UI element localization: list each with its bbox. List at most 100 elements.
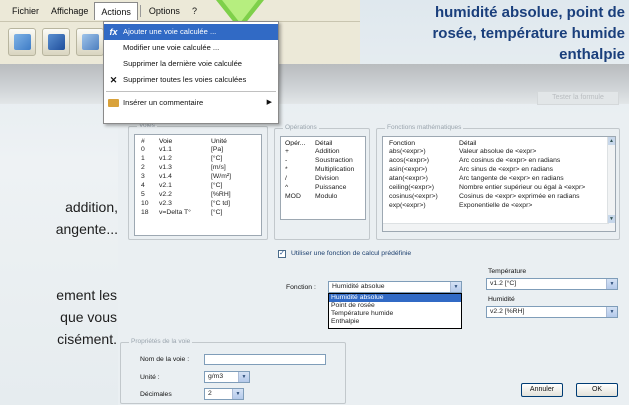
chevron-down-icon[interactable]: ▼ [606, 307, 617, 317]
temperature-select[interactable]: v1.2 [°C] ▼ [486, 278, 618, 290]
voie-row[interactable]: 18 v=Delta T° [°C] [141, 208, 261, 217]
operations-list[interactable]: Opér... Détail + Addition - Soustraction * Mu… [280, 136, 366, 220]
new-button[interactable] [8, 28, 36, 56]
operation-row[interactable]: + Addition [285, 147, 365, 156]
voie-row[interactable]: 10 v2.3 [°C td] [141, 199, 261, 208]
voie-cell: v1.3 [159, 164, 172, 171]
voie-cell: 10 [141, 200, 149, 207]
col-voie: Voie [159, 138, 173, 144]
menu-affichage[interactable]: Affichage [45, 2, 94, 20]
caption-line: rosée, température humide [432, 25, 625, 42]
fonction-row[interactable]: atan(<expr>) Arc tangente de <expr> en ra… [389, 174, 615, 183]
menu-help[interactable]: ? [186, 2, 203, 20]
fonctions-list[interactable]: Fonction Détail abs(<expr>) Valeur absolu… [382, 136, 616, 232]
voie-cell: [°C] [211, 182, 223, 189]
ok-button[interactable]: OK [576, 383, 618, 397]
voie-cell: 1 [141, 155, 145, 162]
fonction-cell: Arc cosinus de <expr> en radians [459, 157, 561, 164]
voie-cell: 4 [141, 182, 145, 189]
fonctions-horizontal-scrollbar[interactable] [383, 223, 609, 231]
save-button[interactable] [76, 28, 104, 56]
cancel-button[interactable]: Annuler [521, 383, 563, 397]
fonction-row[interactable]: acos(<expr>) Arc cosinus de <expr> en rad… [389, 156, 615, 165]
menu-item-label: Modifier une voie calculée ... [123, 43, 220, 52]
caption-line: cisément. [57, 331, 117, 347]
voie-cell: 5 [141, 191, 145, 198]
fonction-select-value: Humidité absolue [332, 283, 385, 290]
voie-cell: v1.2 [159, 155, 172, 162]
operations-title: Opérations [283, 124, 319, 131]
col-fonction: Fonction [389, 140, 416, 146]
voie-row[interactable]: 3 v1.4 [W/m²] [141, 172, 261, 181]
humidite-select-value: v2.2 [%RH] [490, 308, 525, 315]
humidite-label: Humidité [488, 296, 515, 303]
scroll-down-icon[interactable]: ▼ [608, 215, 615, 223]
operation-cell: / [285, 175, 287, 182]
unite-label: Unité : [140, 374, 160, 381]
operation-cell: - [285, 157, 288, 164]
operation-cell: * [285, 166, 288, 173]
fonction-row[interactable]: abs(<expr>) Valeur absolue de <expr> [389, 147, 615, 156]
fonction-row[interactable]: ceiling(<expr>) Nombre entier supérieur o… [389, 183, 615, 192]
menu-item-inserer-commentaire[interactable]: Insérer un commentaire ▶ [104, 95, 278, 111]
chevron-down-icon[interactable]: ▼ [606, 279, 617, 289]
unite-select[interactable]: g/m3 ▼ [204, 371, 250, 383]
menu-item-supprimer-toutes[interactable]: ✕ Supprimer toutes les voies calculées [104, 72, 278, 88]
voie-cell: [°C] [211, 155, 223, 162]
menu-options[interactable]: Options [143, 2, 186, 20]
fonctions-title: Fonctions mathématiques [385, 124, 464, 131]
fonction-cell: cosinus(<expr>) [389, 193, 438, 200]
voie-row[interactable]: 2 v1.3 [m/s] [141, 163, 261, 172]
operation-row[interactable]: ^ Puissance [285, 183, 365, 192]
voie-row[interactable]: 1 v1.2 [°C] [141, 154, 261, 163]
option-temperature-humide[interactable]: Température humide [329, 310, 461, 318]
temperature-select-value: v1.2 [°C] [490, 280, 517, 287]
option-point-de-rosee[interactable]: Point de rosée [329, 302, 461, 310]
nom-voie-input[interactable] [204, 354, 326, 365]
menu-item-supprimer-derniere[interactable]: Supprimer la dernière voie calculée [104, 56, 278, 72]
caption-left-a: addition, angente... [0, 196, 118, 240]
calculated-channel-dialog: Voies # Voie Unité 0 v1.1 [Pa] 1 v1.2 [°C] 2 v1… [118, 118, 629, 405]
menu-item-label: Insérer un commentaire [123, 98, 204, 107]
menu-item-ajouter-voie[interactable]: fx Ajouter une voie calculée ... [104, 24, 278, 40]
voie-cell: 2 [141, 164, 145, 171]
voie-row[interactable]: 4 v2.1 [°C] [141, 181, 261, 190]
fonction-cell: acos(<expr>) [389, 157, 430, 164]
fonction-row[interactable]: asin(<expr>) Arc sinus de <expr> en radia… [389, 165, 615, 174]
chevron-down-icon[interactable]: ▼ [450, 282, 461, 292]
operation-row[interactable]: / Division [285, 174, 365, 183]
test-formula-button[interactable]: Tester la formule [537, 91, 619, 105]
fonction-cell: Cosinus de <expr> exprimée en radians [459, 193, 580, 200]
option-enthalpie[interactable]: Enthalpie [329, 318, 461, 326]
fonction-options-list[interactable]: Humidité absolue Point de rosée Températ… [328, 293, 462, 329]
predefined-function-checkbox[interactable]: ✓ [278, 250, 286, 258]
chevron-down-icon[interactable]: ▼ [232, 389, 243, 399]
caption-line: angente... [55, 221, 118, 237]
voies-list[interactable]: # Voie Unité 0 v1.1 [Pa] 1 v1.2 [°C] 2 v1.3 [m/s… [134, 134, 262, 236]
chevron-down-icon[interactable]: ▼ [238, 372, 249, 382]
fonctions-vertical-scrollbar[interactable]: ▲ ▼ [607, 137, 615, 231]
fonction-row[interactable]: cosinus(<expr>) Cosinus de <expr> exprimé… [389, 192, 615, 201]
operation-cell: ^ [285, 184, 289, 191]
menu-item-modifier-voie[interactable]: Modifier une voie calculée ... [104, 40, 278, 56]
voie-cell: v2.1 [159, 182, 172, 189]
voie-row[interactable]: 5 v2.2 [%RH] [141, 190, 261, 199]
voie-cell: v2.3 [159, 200, 172, 207]
actions-dropdown-menu: fx Ajouter une voie calculée ... Modifie… [103, 21, 279, 124]
voie-cell: [°C] [211, 209, 223, 216]
menu-fichier[interactable]: Fichier [6, 2, 45, 20]
voie-row[interactable]: 0 v1.1 [Pa] [141, 145, 261, 154]
scroll-up-icon[interactable]: ▲ [608, 137, 615, 145]
option-humidite-absolue[interactable]: Humidité absolue [329, 294, 461, 302]
operation-row[interactable]: MOD Modulo [285, 192, 365, 201]
fonction-row[interactable]: exp(<expr>) Exponentielle de <expr> [389, 201, 615, 210]
operation-row[interactable]: - Soustraction [285, 156, 365, 165]
fonction-cell: Valeur absolue de <expr> [459, 148, 537, 155]
fonction-select[interactable]: Humidité absolue ▼ [328, 281, 462, 293]
operation-row[interactable]: * Multiplication [285, 165, 365, 174]
humidite-select[interactable]: v2.2 [%RH] ▼ [486, 306, 618, 318]
predefined-function-label: Utiliser une fonction de calcul prédéfin… [291, 250, 412, 257]
menu-actions[interactable]: Actions [94, 1, 138, 20]
open-button[interactable] [42, 28, 70, 56]
decimales-select[interactable]: 2 ▼ [204, 388, 244, 400]
